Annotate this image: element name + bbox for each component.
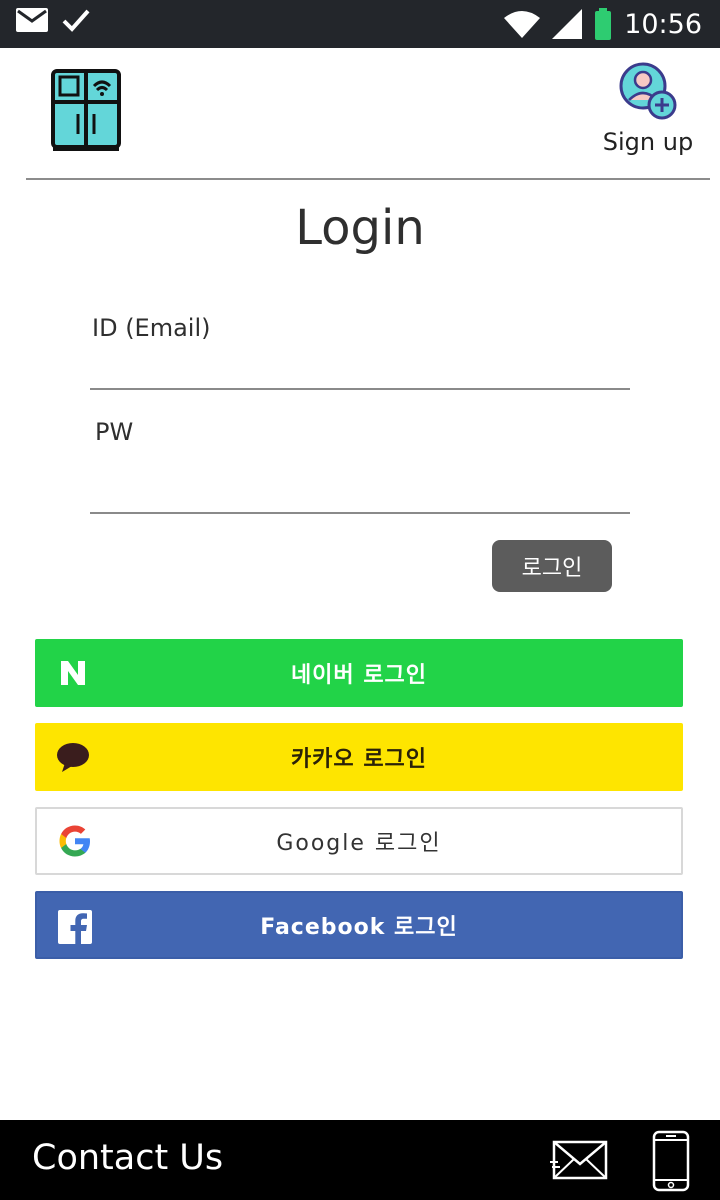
google-icon — [59, 825, 90, 857]
facebook-login-label: Facebook 로그인 — [260, 915, 458, 940]
signal-icon — [552, 9, 583, 39]
naver-icon — [61, 661, 85, 685]
add-user-icon — [619, 62, 677, 120]
signup-label: Sign up — [602, 128, 694, 156]
header-divider — [26, 178, 710, 180]
facebook-login-button[interactable]: Facebook 로그인 — [35, 891, 683, 959]
signup-button[interactable]: Sign up — [600, 60, 696, 170]
status-bar-system: 10:56 — [504, 4, 702, 44]
battery-icon — [595, 8, 612, 40]
naver-login-label: 네이버 로그인 — [290, 663, 428, 688]
footer-bar: Contact Us — [0, 1120, 720, 1200]
kakao-login-label: 카카오 로그인 — [290, 747, 428, 772]
status-bar: 10:56 — [0, 0, 720, 48]
kakao-icon — [57, 743, 89, 772]
email-field[interactable] — [90, 346, 630, 390]
page-title: Login — [295, 200, 425, 256]
clock: 10:56 — [624, 8, 702, 40]
facebook-icon — [58, 910, 92, 945]
google-login-label: Google 로그인 — [276, 831, 442, 856]
app-header: Sign up — [0, 48, 720, 182]
check-icon — [62, 9, 90, 32]
status-bar-notifications — [16, 8, 90, 32]
mail-icon — [16, 8, 48, 32]
password-field[interactable] — [90, 470, 630, 514]
phone-icon[interactable] — [652, 1130, 690, 1192]
contact-us-label: Contact Us — [32, 1138, 224, 1178]
mail-icon[interactable] — [550, 1138, 610, 1182]
pw-label: PW — [95, 418, 134, 446]
wifi-icon — [504, 11, 541, 38]
login-button[interactable]: 로그인 — [492, 540, 612, 592]
smart-fridge-icon[interactable] — [50, 68, 122, 152]
id-label: ID (Email) — [92, 314, 211, 342]
google-login-button[interactable]: Google 로그인 — [35, 807, 683, 875]
kakao-login-button[interactable]: 카카오 로그인 — [35, 723, 683, 791]
naver-login-button[interactable]: 네이버 로그인 — [35, 639, 683, 707]
